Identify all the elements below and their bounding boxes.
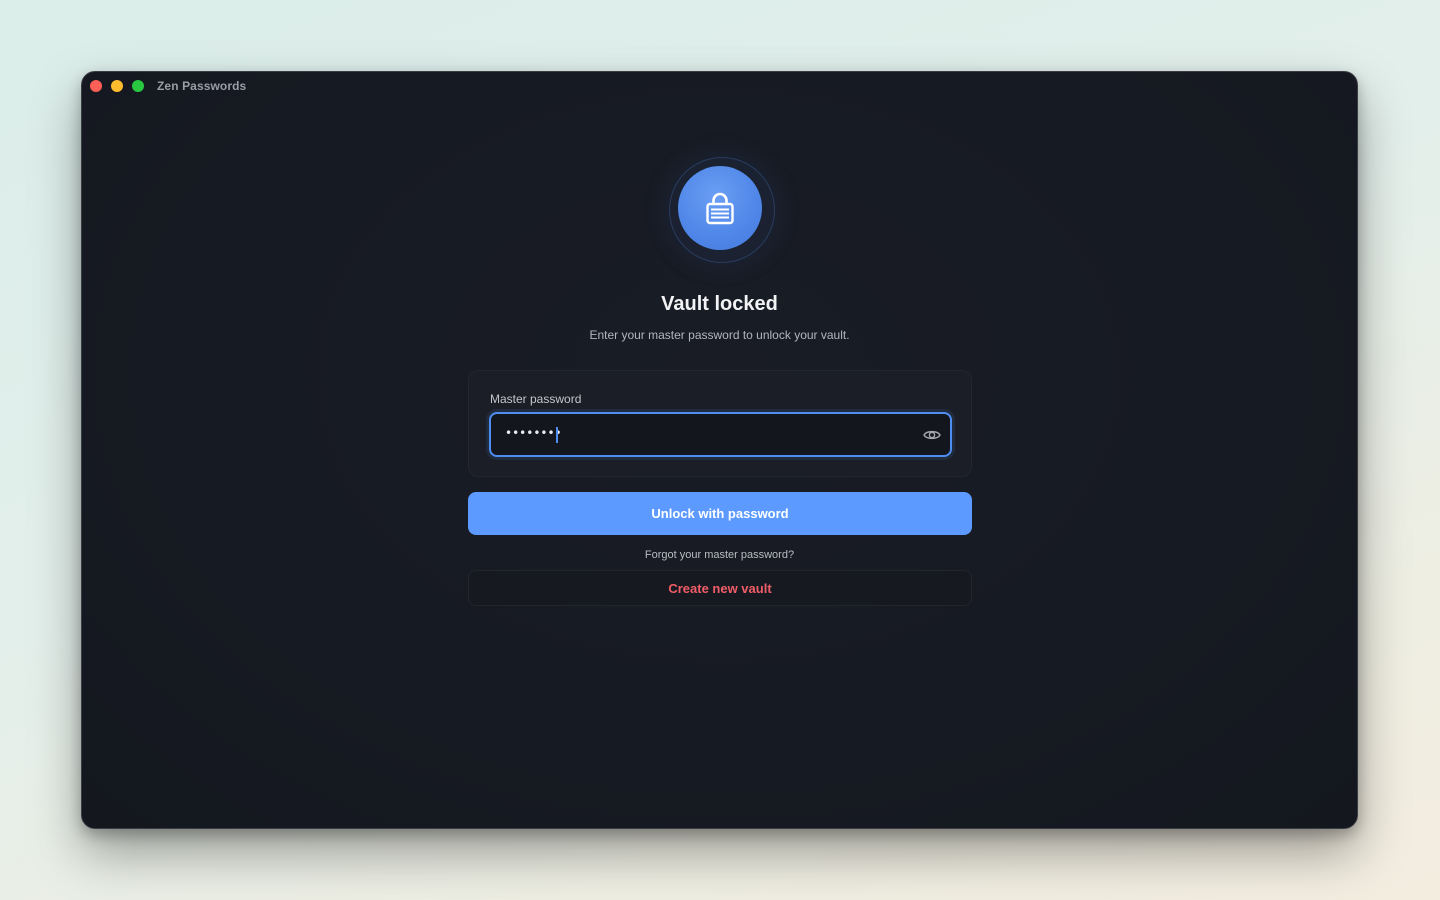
forgot-password-row: Forgot your master password? [82, 549, 1357, 561]
show-password-button[interactable] [922, 425, 942, 445]
page-subtitle: Enter your master password to unlock you… [589, 328, 850, 342]
close-window-button[interactable] [90, 80, 102, 92]
title-bar: Zen Passwords [82, 72, 1357, 100]
unlock-button[interactable]: Unlock with password [468, 492, 972, 535]
minimize-window-button[interactable] [111, 80, 123, 92]
maximize-window-button[interactable] [132, 80, 144, 92]
app-title: Zen Passwords [157, 79, 247, 93]
create-vault-button[interactable]: Create new vault [468, 570, 972, 606]
page-title: Vault locked [661, 293, 778, 315]
text-caret [556, 427, 558, 443]
lock-badge [678, 166, 762, 250]
password-card: Master password •••••••• [468, 370, 972, 477]
lock-icon [706, 192, 734, 225]
forgot-password-link[interactable]: Forgot your master password? [645, 549, 794, 561]
master-password-label: Master password [490, 392, 582, 406]
master-password-input[interactable]: •••••••• [489, 412, 952, 457]
app-window: Zen Passwords Vault locked Enter your ma… [81, 71, 1358, 829]
password-value: •••••••• [505, 426, 562, 440]
eye-icon [923, 430, 941, 440]
